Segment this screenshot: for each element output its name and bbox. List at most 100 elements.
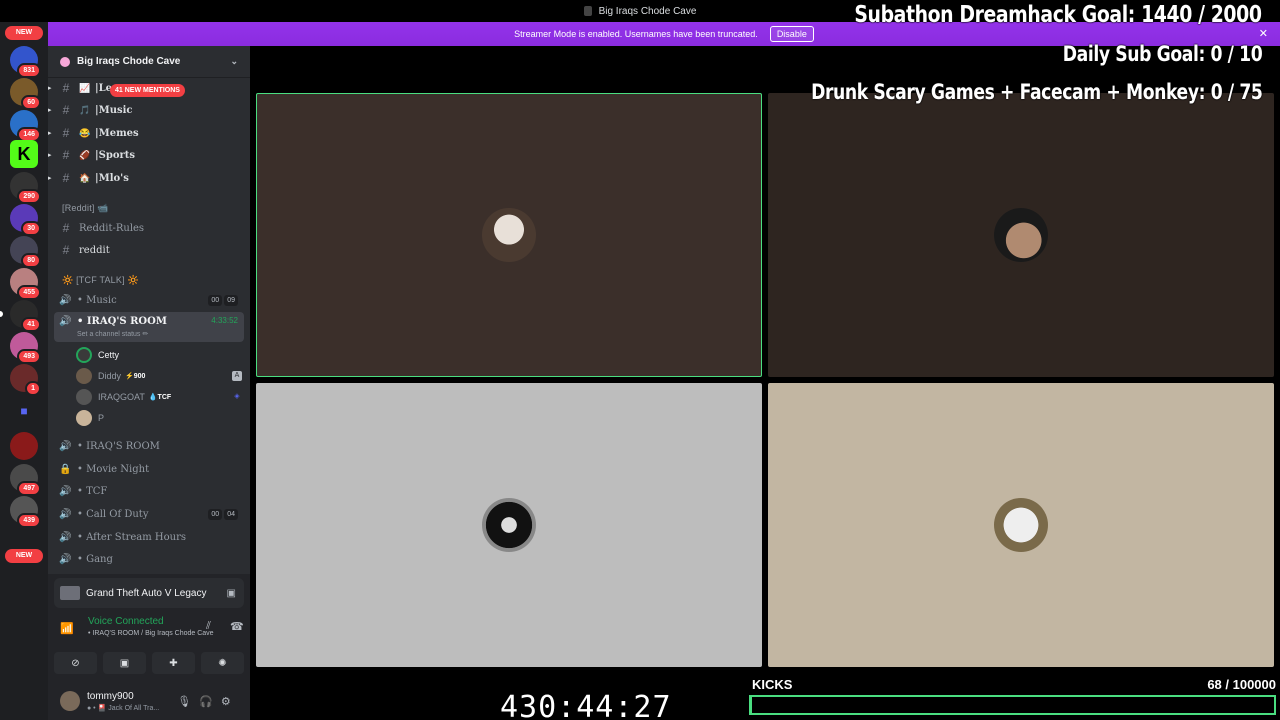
server-badge: 455 xyxy=(17,285,41,300)
speaker-icon: 🔊 xyxy=(59,553,72,565)
avatar xyxy=(994,208,1048,262)
server-icon[interactable]: 146 xyxy=(10,110,41,142)
hash-icon: # xyxy=(62,243,70,257)
channel-reddit[interactable]: # reddit xyxy=(48,240,250,260)
video-tile[interactable] xyxy=(256,383,762,667)
voice-channel[interactable]: 🔊 • TCF xyxy=(54,481,244,501)
daily-sub-goal: Daily Sub Goal: 0 / 10 xyxy=(1062,42,1262,66)
server-icon[interactable]: 497 xyxy=(10,464,41,496)
hash-icon: # xyxy=(62,221,70,235)
server-badge: 80 xyxy=(21,253,41,268)
channel-sidebar: Big Iraqs Chode Cave ⌄ ▸ # 📈 |Le 41 NEW MEN… xyxy=(48,46,250,720)
voice-user[interactable]: P xyxy=(76,408,242,428)
voice-channel[interactable]: 🔊 • After Stream Hours xyxy=(54,527,244,547)
hash-icon: # xyxy=(62,171,70,185)
server-icon[interactable]: 80 xyxy=(10,236,41,268)
app-window: Big Iraqs Chode Cave NEW 831 60 146 K 29… xyxy=(0,0,1280,720)
avatar[interactable] xyxy=(60,691,80,711)
avatar xyxy=(482,208,536,262)
screen-share-icon[interactable]: ▣ xyxy=(227,588,236,599)
screen-share-icon[interactable]: ▣ xyxy=(103,652,146,674)
channel-music[interactable]: ▸ # 🎵 |Music xyxy=(48,100,250,120)
avatar xyxy=(76,410,92,426)
server-badge: 41 xyxy=(21,317,41,332)
server-icon[interactable] xyxy=(10,432,38,460)
microphone-icon[interactable]: 🎙 xyxy=(177,695,191,708)
server-badge: 493 xyxy=(17,349,41,364)
avatar xyxy=(76,368,92,384)
hash-icon: # xyxy=(62,148,70,162)
channel-reddit-rules[interactable]: # Reddit-Rules xyxy=(48,218,250,238)
category-tcf-talk[interactable]: 🔆 [TCF TALK] 🔆 xyxy=(62,275,139,286)
disconnect-icon[interactable]: ☎ xyxy=(230,620,244,633)
user-panel: Grand Theft Auto V Legacy ▣ 📶 Voice Conn… xyxy=(48,574,250,720)
video-tile[interactable] xyxy=(768,93,1274,377)
server-badge: 60 xyxy=(21,95,41,110)
channel-status[interactable]: Set a channel status ✏ xyxy=(77,330,148,338)
drunk-scary-goal: Drunk Scary Games + Facecam + Monkey: 0 … xyxy=(810,80,1263,104)
disable-button[interactable]: Disable xyxy=(769,26,814,42)
voice-user[interactable]: IRAQGOAT 💧TCF ◈ xyxy=(76,387,242,407)
folder-icon[interactable]: ■ xyxy=(10,400,38,428)
server-name: Big Iraqs Chode Cave xyxy=(77,56,181,67)
server-icon[interactable]: 493 xyxy=(10,332,41,364)
voice-channel-iraqs-room[interactable]: 🔊 • IRAQ'S ROOM 4:33:52 Set a channel statu… xyxy=(54,312,244,342)
category-reddit[interactable]: [Reddit] 📹 xyxy=(62,203,109,214)
headphones-icon[interactable]: 🎧 xyxy=(199,695,213,708)
speaker-icon: 🔊 xyxy=(59,316,72,327)
server-icon[interactable]: 1 xyxy=(10,364,41,396)
subathon-goal: Subathon Dreamhack Goal: 1440 / 2000 xyxy=(854,2,1263,28)
channel-sports[interactable]: ▸ # 🏈 |Sports xyxy=(48,145,250,165)
new-badge: NEW xyxy=(5,26,43,40)
server-rail: NEW 831 60 146 K 290 30 80 455 41 493 1 … xyxy=(0,22,48,720)
camera-off-icon[interactable]: ⊘ xyxy=(54,652,97,674)
server-icon[interactable]: 439 xyxy=(10,496,41,528)
voice-user[interactable]: Diddy ⚡900 A xyxy=(76,366,242,386)
server-icon xyxy=(60,56,70,67)
avatar xyxy=(76,347,92,363)
channel-memes[interactable]: ▸ # 😂 |Memes xyxy=(48,123,250,143)
server-header[interactable]: Big Iraqs Chode Cave ⌄ xyxy=(48,46,250,78)
kicks-progress-bar xyxy=(749,695,1276,715)
activity-card[interactable]: Grand Theft Auto V Legacy ▣ xyxy=(54,578,244,608)
avatar xyxy=(482,498,536,552)
avatar xyxy=(994,498,1048,552)
hash-icon: # xyxy=(62,81,70,95)
voice-channel[interactable]: 🔊 • Gang xyxy=(54,549,244,569)
server-icon[interactable]: 831 xyxy=(10,46,41,78)
call-timer: 4:33:52 xyxy=(211,316,238,325)
channel-mlos[interactable]: ▸ # 🏠 |Mlo's xyxy=(48,168,250,188)
signal-icon[interactable]: 📶 xyxy=(60,622,74,635)
voice-user[interactable]: Cetty xyxy=(76,345,242,365)
voice-channel-music[interactable]: 🔊 • Music 00 09 xyxy=(54,290,244,310)
activities-icon[interactable]: ✚ xyxy=(152,652,195,674)
kicks-count: 68 / 100000 xyxy=(1207,677,1276,692)
voice-channel[interactable]: 🔊 • IRAQ'S ROOM xyxy=(54,436,244,456)
video-tile[interactable] xyxy=(768,383,1274,667)
speaker-icon: 🔊 xyxy=(59,508,72,520)
close-icon[interactable]: ✕ xyxy=(1259,27,1268,40)
video-tile-speaking[interactable] xyxy=(256,93,762,377)
server-icon[interactable]: 290 xyxy=(10,172,41,204)
server-icon[interactable]: 30 xyxy=(10,204,41,236)
speaker-icon: 🔊 xyxy=(59,485,72,497)
noise-suppression-icon[interactable]: ⫽ xyxy=(206,620,211,633)
chevron-down-icon: ⌄ xyxy=(230,56,238,66)
server-icon[interactable]: 455 xyxy=(10,268,41,300)
server-badge: 290 xyxy=(17,189,41,204)
new-mentions-badge[interactable]: 41 NEW MENTIONS xyxy=(110,84,185,97)
soundboard-icon[interactable]: ✺ xyxy=(201,652,244,674)
gear-icon[interactable]: ⚙ xyxy=(221,695,231,708)
hash-icon: # xyxy=(62,126,70,140)
lock-icon: 🔒 xyxy=(59,463,72,475)
server-badge: 1 xyxy=(25,381,41,396)
new-badge: NEW xyxy=(5,549,43,563)
server-icon[interactable]: 41 xyxy=(0,300,41,332)
call-controls: ⊘ ▣ ✚ ✺ xyxy=(54,652,244,674)
server-icon[interactable]: 60 xyxy=(10,78,41,110)
server-icon-kick[interactable]: K xyxy=(10,140,38,168)
window-title: Big Iraqs Chode Cave xyxy=(598,5,697,17)
voice-channel[interactable]: 🔒 • Movie Night xyxy=(54,459,244,479)
voice-channel[interactable]: 🔊 • Call Of Duty 00 04 xyxy=(54,504,244,524)
kicks-label: KICKS xyxy=(752,677,793,692)
